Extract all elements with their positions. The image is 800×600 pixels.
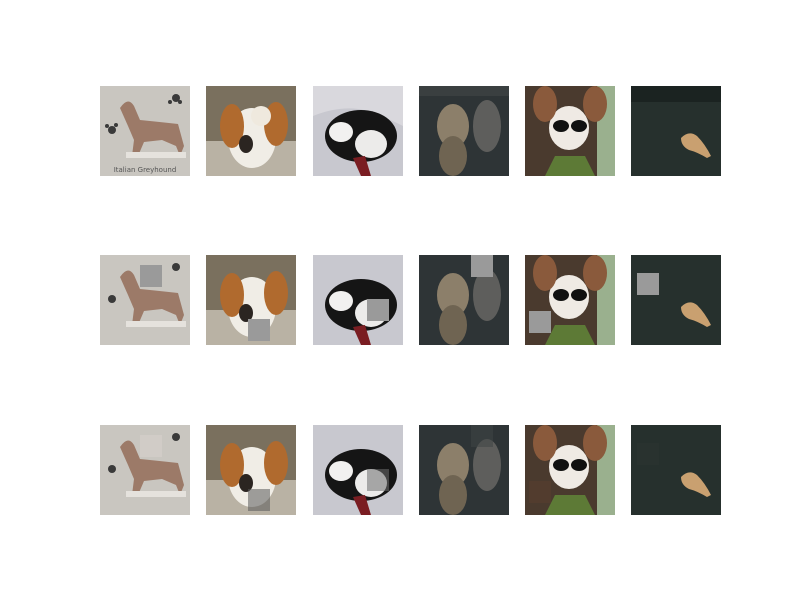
reconstructed-patch — [367, 469, 389, 491]
thumbnail-reconstructed-5 — [525, 425, 615, 515]
reconstructed-patch — [248, 489, 270, 511]
thumbnail-original-1: Italian Greyhound — [100, 86, 190, 176]
occlusion-patch — [471, 255, 493, 277]
reconstructed-patch — [529, 481, 551, 503]
thumbnail-original-6 — [631, 86, 721, 176]
reconstructed-patch — [637, 443, 659, 465]
thumbnail-masked-4 — [419, 255, 509, 345]
thumbnail-masked-5 — [525, 255, 615, 345]
reconstructed-patch — [140, 435, 162, 457]
thumbnail-masked-2 — [206, 255, 296, 345]
thumbnail-original-2 — [206, 86, 296, 176]
thumbnail-masked-6 — [631, 255, 721, 345]
thumbnail-original-5 — [525, 86, 615, 176]
thumbnail-original-4 — [419, 86, 509, 176]
thumbnail-reconstructed-6 — [631, 425, 721, 515]
image-grid-figure: Italian Greyhound — [0, 0, 800, 600]
occlusion-patch — [529, 311, 551, 333]
thumbnail-masked-3 — [313, 255, 403, 345]
occlusion-patch — [367, 299, 389, 321]
occlusion-patch — [248, 319, 270, 341]
thumbnail-masked-1 — [100, 255, 190, 345]
reconstructed-patch — [471, 425, 493, 447]
thumbnail-original-3 — [313, 86, 403, 176]
thumbnail-reconstructed-2 — [206, 425, 296, 515]
thumbnail-reconstructed-4 — [419, 425, 509, 515]
thumbnail-caption: Italian Greyhound — [114, 166, 177, 174]
thumbnail-reconstructed-1 — [100, 425, 190, 515]
occlusion-patch — [637, 273, 659, 295]
occlusion-patch — [140, 265, 162, 287]
thumbnail-reconstructed-3 — [313, 425, 403, 515]
